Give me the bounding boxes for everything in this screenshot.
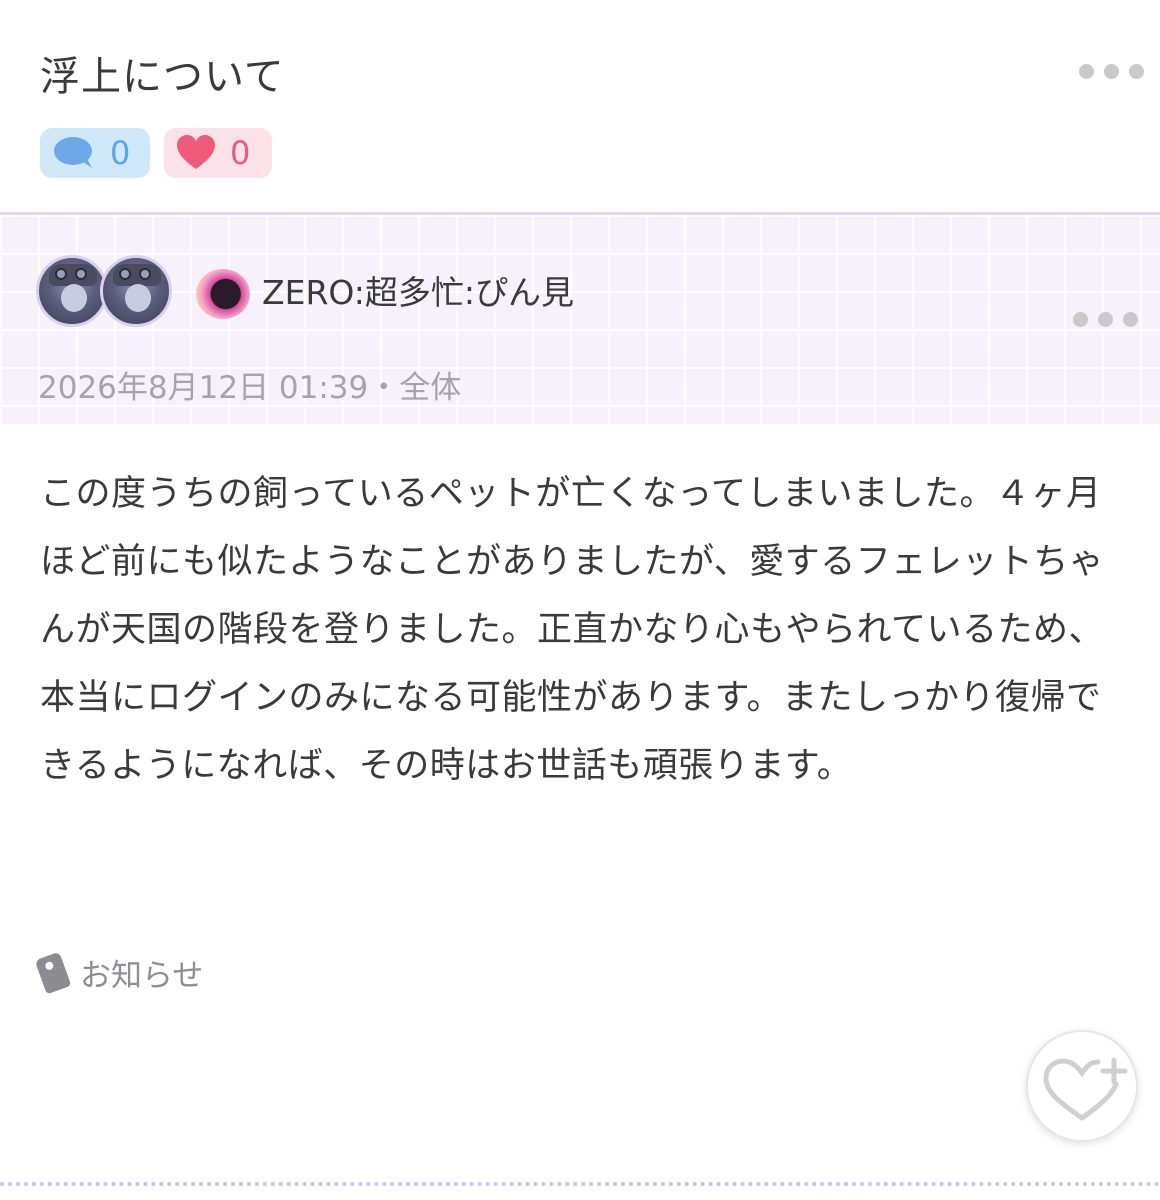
like-count-button[interactable]: 0 (164, 128, 272, 178)
heart-icon (177, 135, 215, 169)
post-title: 浮上について (40, 54, 285, 100)
like-add-button[interactable] (1026, 1030, 1138, 1142)
author-more-button[interactable] (1073, 312, 1138, 327)
comment-count-button[interactable]: 0 (40, 128, 150, 178)
more-dots-icon (1073, 312, 1088, 327)
comment-count: 0 (110, 134, 131, 172)
more-dots-icon (1079, 64, 1094, 79)
avatar[interactable] (36, 255, 108, 327)
post-meta: 2026年8月12日 01:39・全体 (38, 370, 462, 406)
post-tag[interactable]: お知らせ (34, 950, 204, 995)
author-name[interactable]: ZERO:超多忙:ぴん見 (262, 266, 574, 314)
tag-icon (34, 951, 72, 994)
post-more-button[interactable] (1079, 64, 1144, 79)
divider (0, 1182, 1160, 1186)
like-count: 0 (230, 134, 251, 172)
avatar[interactable] (100, 255, 172, 327)
tag-label: お知らせ (80, 958, 204, 994)
speech-bubble-icon (54, 137, 92, 168)
reaction-counters: 0 0 (40, 128, 272, 178)
community-badge-icon (196, 269, 250, 319)
post-body: この度うちの飼っているペットが亡くなってしまいました。４ヶ月ほど前にも似たような… (40, 474, 1105, 786)
heart-plus-icon (1043, 1057, 1128, 1121)
